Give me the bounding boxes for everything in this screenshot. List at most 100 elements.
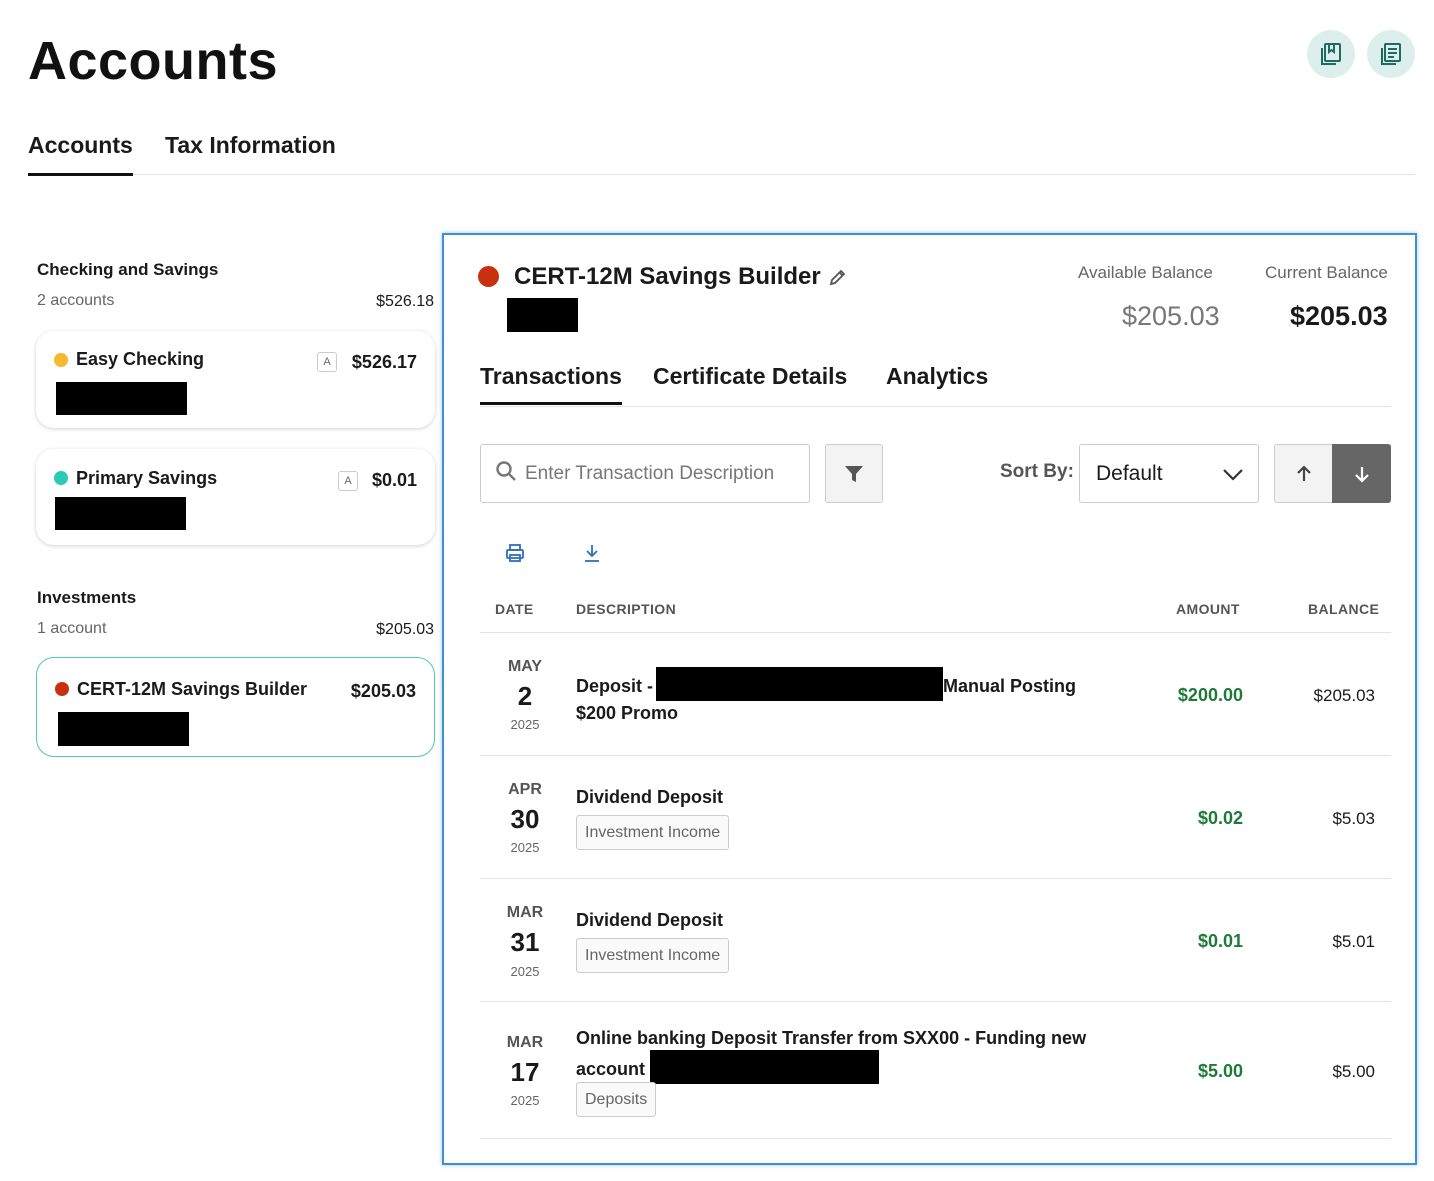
tx-description: Deposit - Manual Posting $200 Promo [576, 667, 1096, 725]
tx-balance: $205.03 [1313, 686, 1375, 705]
available-balance-label: Available Balance [1078, 263, 1213, 282]
tx-day: 30 [510, 804, 540, 834]
account-balance: $526.17 [351, 352, 417, 372]
column-header-amount[interactable]: AMOUNT [1176, 601, 1240, 617]
account-name: CERT-12M Savings Builder [77, 679, 308, 699]
account-name: Easy Checking [76, 349, 205, 369]
column-header-balance[interactable]: BALANCE [1308, 601, 1379, 617]
account-card-easy-checking[interactable]: Easy Checking A $526.17 [36, 331, 435, 428]
group-title-investments: Investments [37, 588, 137, 607]
account-badge: A [338, 471, 358, 491]
tx-amount: $200.00 [1177, 685, 1243, 705]
tx-month: MAR [506, 904, 544, 921]
main-tabs: Accounts Tax Information [27, 128, 1415, 176]
documents-icon [1381, 43, 1401, 65]
tx-desc-part: Online banking Deposit Transfer from SXX… [576, 1028, 1087, 1048]
tx-month: MAY [507, 658, 543, 675]
divider [480, 632, 1391, 633]
current-balance-label: Current Balance [1265, 263, 1388, 282]
divider [480, 1138, 1391, 1139]
arrow-up-icon [1296, 464, 1311, 481]
documents-button[interactable] [1367, 30, 1415, 78]
sort-descending-button[interactable] [1332, 444, 1391, 503]
tx-desc-part: account [576, 1059, 646, 1079]
account-color-dot [54, 353, 68, 367]
account-color-dot [478, 266, 499, 287]
filter-icon [845, 465, 863, 482]
account-badge: A [317, 352, 337, 372]
tab-transactions[interactable]: Transactions [480, 363, 622, 405]
redacted-account-number [56, 382, 187, 415]
statements-button[interactable] [1307, 30, 1355, 78]
divider [480, 1001, 1391, 1002]
tx-year: 2025 [510, 717, 540, 732]
tx-day: 31 [510, 927, 540, 957]
divider [480, 755, 1391, 756]
group-count: 1 account [37, 620, 107, 637]
tx-desc-part: Deposit - [576, 676, 654, 696]
detail-tabs: Transactions Certificate Details Analyti… [480, 361, 1391, 407]
redacted-text [656, 667, 944, 701]
account-balance: $205.03 [350, 681, 416, 701]
tab-certificate-details[interactable]: Certificate Details [653, 363, 847, 402]
tx-category-tag[interactable]: Investment Income [576, 815, 730, 850]
sort-select[interactable]: Default [1079, 444, 1259, 503]
account-name: Primary Savings [76, 468, 218, 488]
pencil-icon[interactable] [828, 267, 848, 287]
tx-amount: $5.00 [1197, 1061, 1243, 1081]
account-color-dot [55, 682, 69, 696]
tx-description: Dividend Deposit [576, 787, 724, 807]
group-total: $526.18 [376, 293, 434, 310]
sort-select-value: Default [1096, 462, 1163, 485]
page-title: Accounts [28, 31, 279, 91]
tx-month: MAR [506, 1034, 544, 1051]
account-card-primary-savings[interactable]: Primary Savings A $0.01 [36, 449, 435, 545]
redacted-account-number [507, 298, 578, 332]
group-total: $205.03 [376, 621, 434, 638]
current-balance-value: $205.03 [1290, 301, 1388, 331]
detail-account-name: CERT-12M Savings Builder [514, 263, 821, 290]
column-header-description[interactable]: DESCRIPTION [576, 601, 676, 617]
redacted-account-number [55, 497, 186, 530]
tx-year: 2025 [510, 964, 540, 979]
tx-year: 2025 [510, 1093, 540, 1108]
divider [480, 878, 1391, 879]
tx-month: APR [508, 781, 542, 798]
statements-icon [1321, 43, 1341, 65]
sort-by-label: Sort By: [1000, 461, 1074, 482]
redacted-text [650, 1050, 880, 1084]
tx-desc-part: Manual Posting [943, 676, 1077, 696]
tx-balance: $5.00 [1332, 1062, 1375, 1081]
tx-amount: $0.02 [1197, 808, 1243, 828]
sort-ascending-button[interactable] [1274, 444, 1332, 503]
tx-balance: $5.03 [1332, 809, 1375, 828]
account-color-dot [54, 471, 68, 485]
transaction-search-input[interactable] [525, 445, 805, 502]
arrow-down-icon [1354, 466, 1369, 483]
account-balance: $0.01 [371, 470, 417, 490]
transaction-search [480, 444, 810, 503]
print-icon[interactable] [504, 542, 526, 564]
account-card-cert-savings-builder[interactable]: CERT-12M Savings Builder $205.03 [36, 657, 435, 757]
tx-category-tag[interactable]: Investment Income [576, 938, 730, 973]
redacted-account-number [58, 712, 189, 746]
search-icon [496, 461, 516, 481]
tab-analytics[interactable]: Analytics [886, 363, 988, 402]
available-balance-value: $205.03 [1122, 301, 1220, 331]
tx-description: Dividend Deposit [576, 910, 724, 930]
column-header-date[interactable]: DATE [495, 601, 534, 617]
group-title-checking-savings: Checking and Savings [37, 260, 219, 279]
tx-desc-part: $200 Promo [576, 703, 679, 723]
tab-tax-information[interactable]: Tax Information [165, 132, 336, 173]
tab-accounts[interactable]: Accounts [28, 132, 133, 176]
filter-button[interactable] [825, 444, 883, 503]
tx-amount: $0.01 [1197, 931, 1243, 951]
group-count: 2 accounts [37, 292, 115, 309]
download-icon[interactable] [581, 542, 603, 564]
tx-description: Online banking Deposit Transfer from SXX… [576, 1026, 1096, 1084]
tx-category-tag[interactable]: Deposits [576, 1082, 657, 1117]
account-detail-panel: CERT-12M Savings Builder Available Balan… [442, 233, 1417, 1165]
chevron-down-icon [1223, 469, 1243, 481]
tx-year: 2025 [510, 840, 540, 855]
tx-day: 2 [517, 681, 533, 711]
